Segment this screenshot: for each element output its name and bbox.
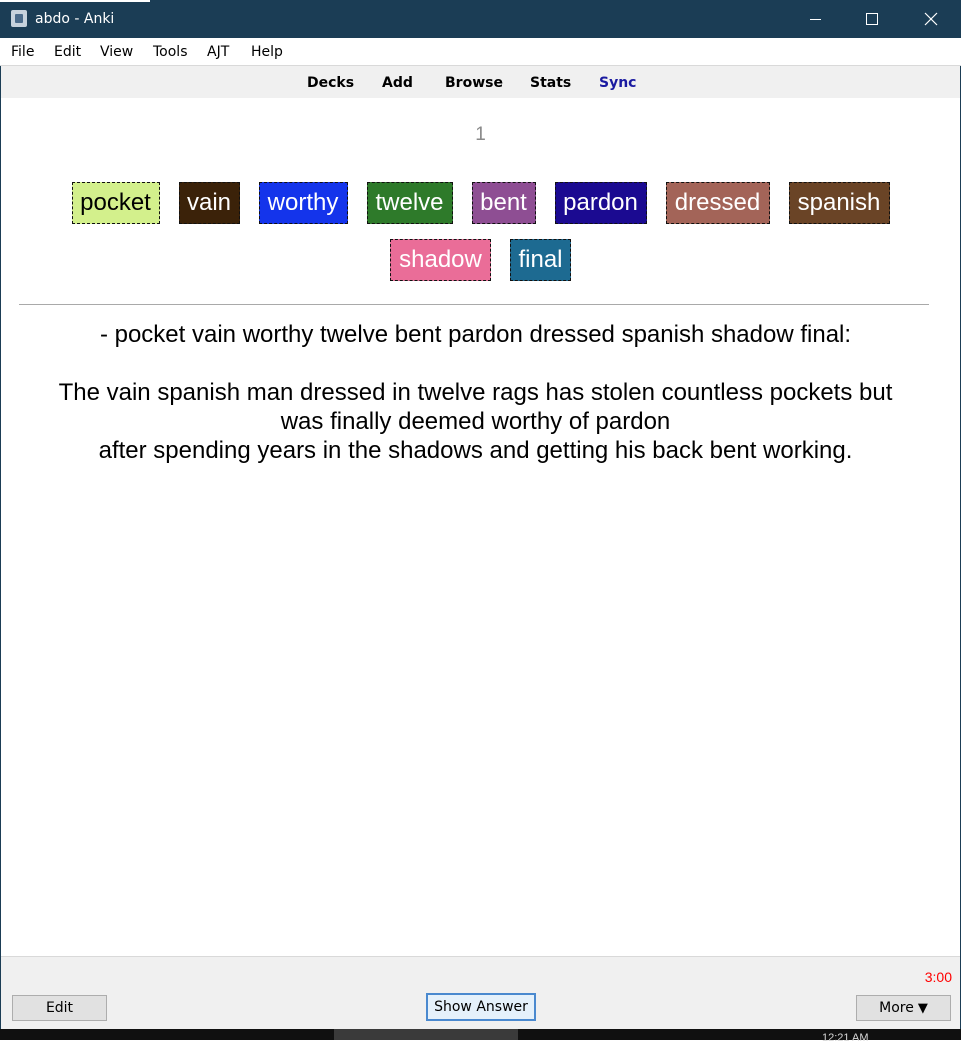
minimize-button[interactable]	[786, 0, 844, 38]
word-chip-final: final	[510, 239, 571, 281]
story-line: was finally deemed worthy of pardon	[280, 408, 671, 435]
story-line: The vain spanish man dressed in twelve r…	[58, 379, 893, 406]
word-list-line: - pocket vain worthy twelve bent pardon …	[99, 321, 852, 348]
menu-file[interactable]: File	[11, 44, 34, 60]
toolbar-add-link[interactable]: Add	[382, 75, 413, 91]
close-icon	[924, 12, 938, 26]
title-bar-accent	[0, 0, 150, 2]
title-bar: abdo - Anki	[0, 0, 961, 38]
dropdown-arrow-icon: ▼	[917, 1000, 928, 1016]
edit-button[interactable]: Edit	[12, 995, 107, 1021]
word-chip-twelve: twelve	[366, 182, 453, 224]
answer-divider	[19, 304, 929, 305]
toolbar-stats-link[interactable]: Stats	[530, 75, 571, 91]
more-button[interactable]: More ▼	[856, 995, 951, 1021]
word-chip-vain: vain	[178, 182, 240, 224]
word-chip-row: shadow final	[1, 239, 960, 281]
more-label: More	[879, 1000, 914, 1016]
bottom-bar: 3:00 Edit Show Answer More ▼	[1, 956, 960, 1029]
toolbar-sync-link[interactable]: Sync	[599, 75, 636, 91]
review-timer: 3:00	[924, 969, 952, 985]
close-button[interactable]	[902, 0, 960, 38]
taskbar-clock: 12:21 AM	[822, 1032, 869, 1044]
menu-help[interactable]: Help	[251, 44, 283, 60]
maximize-icon	[866, 13, 878, 25]
menu-tools[interactable]: Tools	[153, 44, 188, 60]
story-line: after spending years in the shadows and …	[98, 437, 853, 464]
card-view: 1 pocket vain worthy twelve bent pardon …	[1, 98, 960, 956]
maximize-button[interactable]	[843, 0, 901, 38]
menu-view[interactable]: View	[100, 44, 133, 60]
word-chip-pocket: pocket	[71, 182, 160, 224]
anki-app-icon	[11, 10, 27, 27]
word-chip-row: pocket vain worthy twelve bent pardon dr…	[1, 182, 960, 224]
word-chip-worthy: worthy	[258, 182, 348, 224]
taskbar-active-app[interactable]	[334, 1029, 518, 1040]
story-text: The vain spanish man dressed in twelve r…	[1, 378, 950, 465]
word-chip-spanish: spanish	[788, 182, 890, 224]
menu-edit[interactable]: Edit	[54, 44, 81, 60]
main-toolbar: Decks Add Browse Stats Sync	[1, 66, 960, 98]
taskbar: 12:21 AM	[0, 1029, 961, 1044]
toolbar-decks-link[interactable]: Decks	[307, 75, 354, 91]
word-chip-bent: bent	[471, 182, 536, 224]
card-number: 1	[475, 124, 486, 145]
word-chip-dressed: dressed	[665, 182, 770, 224]
word-chip-shadow: shadow	[390, 239, 491, 281]
minimize-icon	[809, 18, 821, 20]
toolbar-browse-link[interactable]: Browse	[445, 75, 503, 91]
menu-ajt[interactable]: AJT	[207, 44, 229, 60]
window-title: abdo - Anki	[35, 11, 115, 27]
word-chip-pardon: pardon	[554, 182, 647, 224]
menu-bar: File Edit View Tools AJT Help	[0, 38, 961, 66]
show-answer-button[interactable]: Show Answer	[426, 993, 536, 1021]
